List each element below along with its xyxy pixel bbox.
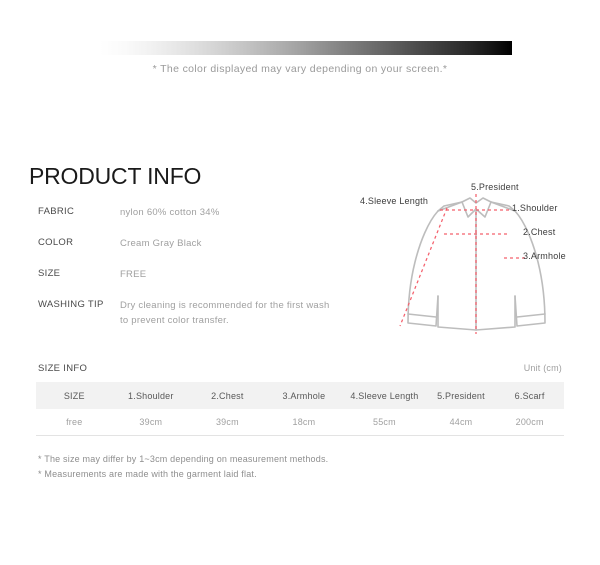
- spec-row-color: COLOR Cream Gray Black: [38, 236, 348, 251]
- table-header-scarf: 6.Scarf: [514, 390, 545, 401]
- spec-value-fabric: nylon 60% cotton 34%: [120, 207, 220, 218]
- spec-label-fabric: FABRIC: [38, 206, 75, 217]
- color-disclaimer-text: * The color displayed may vary depending…: [152, 63, 448, 75]
- spec-value-color: Cream Gray Black: [120, 238, 202, 249]
- spec-row-washing-tip: WASHING TIP Dry cleaning is recommended …: [38, 298, 348, 328]
- diagram-label-chest: 2.Chest: [523, 227, 556, 237]
- size-info-table: SIZE 1.Shoulder 2.Chest 3.Armhole 4.Slee…: [36, 382, 564, 436]
- size-note-1: * The size may differ by 1~3cm depending…: [38, 454, 329, 464]
- cell-scarf: 200cm: [495, 409, 564, 436]
- table-header-president: 5.President: [437, 390, 485, 401]
- cell-chest: 39cm: [189, 409, 266, 436]
- spec-value-washing-tip: Dry cleaning is recommended for the firs…: [120, 300, 330, 326]
- cell-shoulder: 39cm: [112, 409, 190, 436]
- size-info-title: SIZE INFO: [38, 363, 88, 374]
- table-header-chest: 2.Chest: [211, 390, 244, 401]
- size-info-unit: Unit (cm): [523, 363, 562, 373]
- cell-armhole: 18cm: [265, 409, 343, 436]
- table-header-sleeve-length: 4.Sleeve Length: [350, 390, 419, 401]
- diagram-label-shoulder: 1.Shoulder: [512, 203, 558, 213]
- diagram-label-president: 5.President: [471, 182, 519, 192]
- color-gradient-section: * The color displayed may vary depending…: [0, 0, 600, 100]
- size-info-header: SIZE INFO Unit (cm): [38, 363, 562, 374]
- garment-measurement-diagram: 5.President 4.Sleeve Length 1.Shoulder 2…: [352, 176, 600, 341]
- cell-size: free: [36, 409, 113, 436]
- size-note-2: * Measurements are made with the garment…: [38, 469, 257, 479]
- table-header-row: SIZE 1.Shoulder 2.Chest 3.Armhole 4.Slee…: [36, 382, 564, 409]
- guide-sleeve-length: [399, 207, 448, 327]
- spec-label-color: COLOR: [38, 237, 74, 248]
- spec-value-size: FREE: [120, 269, 147, 280]
- diagram-label-armhole: 3.Armhole: [523, 251, 566, 261]
- table-row: free 39cm 39cm 18cm 55cm 44cm 200cm: [36, 409, 564, 436]
- spec-label-size: SIZE: [38, 268, 61, 279]
- diagram-label-sleeve-length: 4.Sleeve Length: [360, 196, 429, 206]
- table-header-armhole: 3.Armhole: [282, 390, 326, 401]
- table-header-shoulder: 1.Shoulder: [128, 390, 174, 401]
- cell-president: 44cm: [426, 409, 496, 436]
- spec-row-fabric: FABRIC nylon 60% cotton 34%: [38, 205, 348, 220]
- page-title: PRODUCT INFO: [29, 163, 202, 190]
- size-notes: * The size may differ by 1~3cm depending…: [38, 452, 458, 482]
- color-gradient-bar: [100, 41, 512, 55]
- spec-label-washing-tip: WASHING TIP: [38, 299, 104, 310]
- cell-sleeve-length: 55cm: [342, 409, 427, 436]
- product-spec-list: FABRIC nylon 60% cotton 34% COLOR Cream …: [38, 205, 348, 344]
- spec-row-size: SIZE FREE: [38, 267, 348, 282]
- table-header-size: SIZE: [63, 390, 85, 401]
